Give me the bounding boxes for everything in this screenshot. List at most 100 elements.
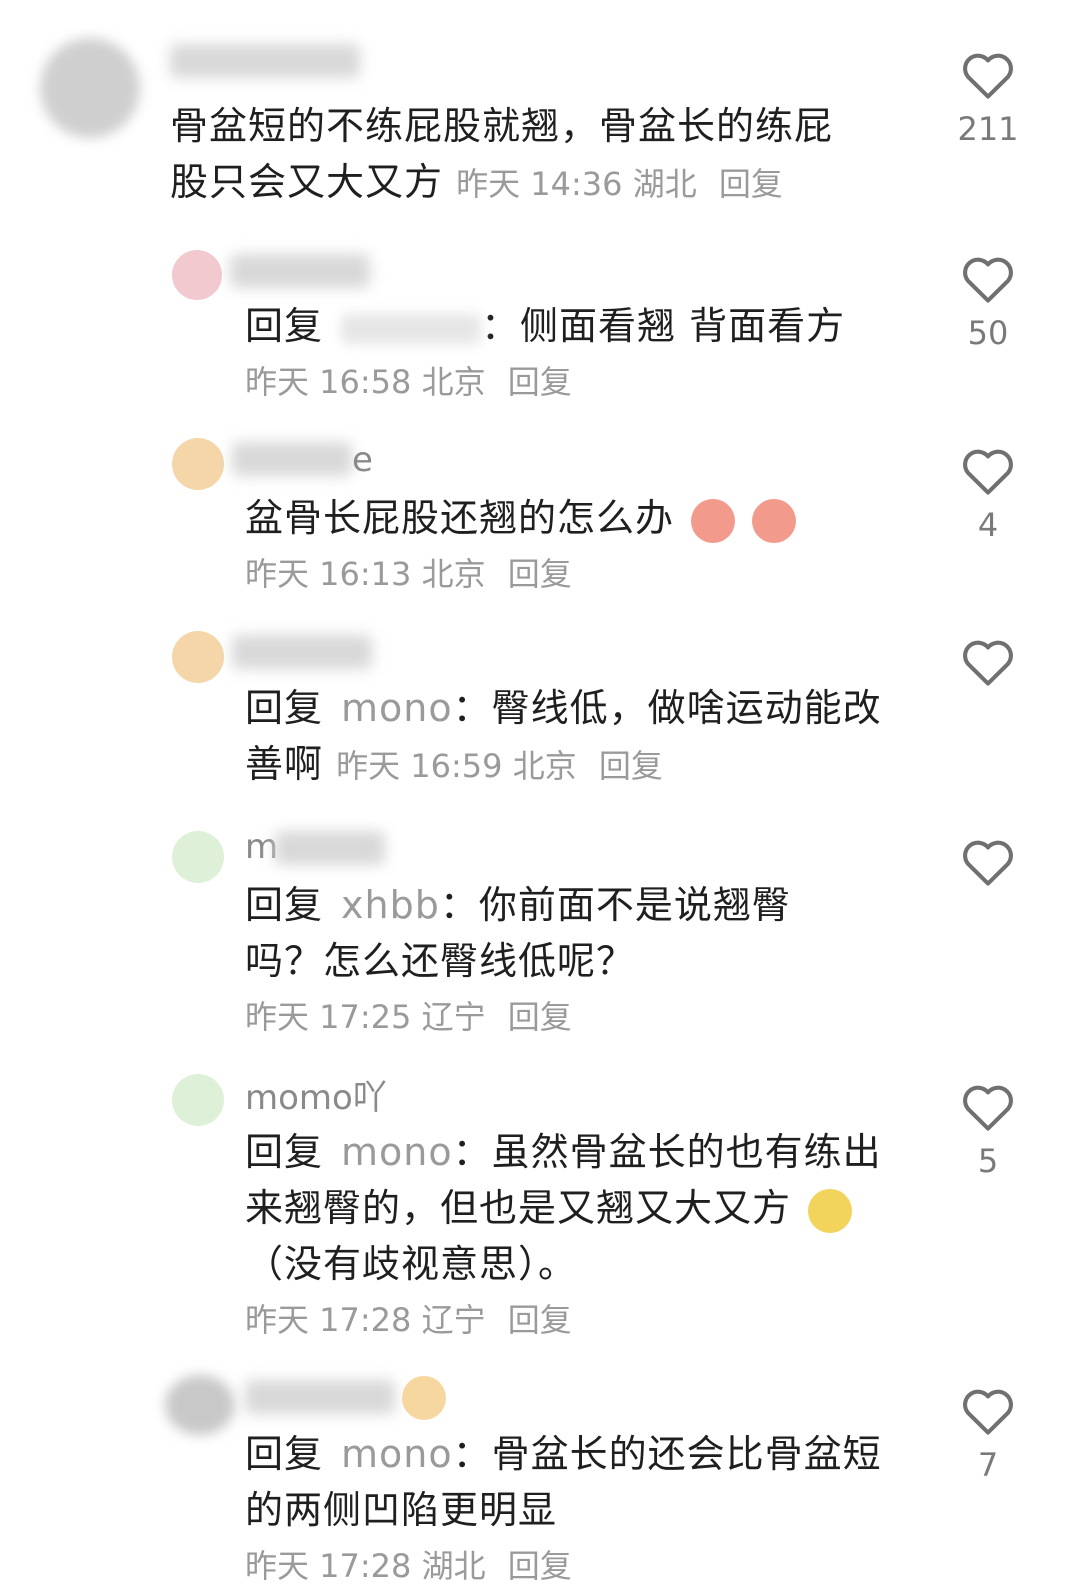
comment-text-line: 的两侧凹陷更明显 (245, 1488, 558, 1532)
comment-text-line: 来翘臀的，但也是又翘又大又方 (245, 1186, 792, 1230)
location: 辽宁 (421, 998, 486, 1036)
comment-body[interactable]: 回复 mono：骨盆长的还会比骨盆短 的两侧凹陷更明显 昨天 17:28 湖北 回… (245, 1426, 925, 1594)
comment-meta: 昨天 17:28 湖北 回复 (245, 1538, 925, 1594)
timestamp: 昨天 17:28 (245, 1547, 412, 1585)
timestamp: 昨天 16:59 (336, 747, 503, 785)
heart-outline-icon (963, 257, 1013, 303)
comment-text-line: 善啊 (245, 742, 324, 786)
username[interactable] (232, 635, 372, 669)
comment-text-line: 股只会又大又方 (170, 160, 444, 204)
location: 湖北 (632, 165, 697, 203)
timestamp: 昨天 17:25 (245, 998, 412, 1036)
comment-body[interactable]: 回复 xhbb：你前面不是说翘臀 吗？怎么还臀线低呢？ 昨天 17:25 辽宁 回… (245, 877, 925, 1045)
username-visible[interactable]: e (352, 440, 373, 480)
comment-text-line: 骨盆短的不练屁股就翘，骨盆长的练屁 (170, 104, 834, 148)
heart-outline-icon (963, 640, 1013, 686)
comment-body[interactable]: 回复 mono：臀线低，做啥运动能改 善啊 昨天 16:59 北京 回复 (245, 680, 925, 794)
comment-text-line: ：骨盆长的还会比骨盆短 (452, 1432, 882, 1476)
avatar[interactable] (172, 631, 224, 683)
comment-text-line: ：侧面看翘 背面看方 (481, 304, 846, 348)
tongue-emoji-icon (402, 1376, 446, 1420)
comment-body[interactable]: 回复 ：侧面看翘 背面看方 昨天 16:58 北京 回复 (245, 298, 925, 410)
comment-meta: 昨天 16:59 北京 回复 (336, 747, 663, 785)
like-button[interactable]: 5 (956, 1082, 1020, 1180)
timestamp: 昨天 17:28 (245, 1301, 412, 1339)
like-button[interactable] (956, 837, 1020, 897)
location: 北京 (512, 747, 577, 785)
username-visible[interactable]: momo吖 (245, 1070, 387, 1119)
comment-1: 骨盆短的不练屁股就翘，骨盆长的练屁 股只会又大又方 昨天 14:36 湖北 回复… (0, 0, 1080, 230)
username[interactable] (245, 1380, 395, 1414)
avatar[interactable] (165, 1375, 235, 1435)
like-button[interactable]: 4 (956, 446, 1020, 544)
reply-to-user[interactable]: mono (341, 686, 453, 730)
heart-outline-icon (963, 840, 1013, 886)
comment-text-line: （没有歧视意思）。 (245, 1242, 578, 1286)
avatar[interactable] (172, 250, 222, 300)
comment-meta: 昨天 17:28 辽宁 回复 (245, 1292, 925, 1348)
comment-meta: 昨天 16:58 北京 回复 (245, 354, 925, 410)
location: 北京 (421, 363, 486, 401)
comment-body[interactable]: 盆骨长屁股还翘的怎么办 昨天 16:13 北京 回复 (245, 490, 925, 602)
avatar[interactable] (40, 38, 140, 138)
avatar[interactable] (172, 831, 224, 883)
like-button[interactable] (956, 637, 1020, 697)
crying-emoji-icon (691, 498, 736, 543)
reply-button[interactable]: 回复 (508, 363, 572, 401)
heart-outline-icon (963, 449, 1013, 495)
comment-text-line: 吗？怎么还臀线低呢？ (245, 939, 636, 983)
location: 湖北 (421, 1547, 486, 1585)
location: 北京 (421, 555, 486, 593)
username[interactable] (232, 442, 352, 476)
like-count: 211 (957, 110, 1019, 148)
reply-button[interactable]: 回复 (508, 1547, 572, 1585)
reply-button[interactable]: 回复 (508, 1301, 572, 1339)
comment-text-line: ：臀线低，做啥运动能改 (452, 686, 882, 730)
avatar[interactable] (172, 438, 224, 490)
like-count: 50 (967, 314, 1009, 352)
heart-outline-icon (963, 53, 1013, 99)
like-count: 7 (977, 1446, 999, 1484)
comment-meta: 昨天 16:13 北京 回复 (245, 546, 925, 602)
comment-2: 回复 ：侧面看翘 背面看方 昨天 16:58 北京 回复 50 (0, 230, 1080, 420)
comment-5: m 回复 xhbb：你前面不是说翘臀 吗？怎么还臀线低呢？ 昨天 17:25 辽宁… (0, 815, 1080, 1055)
comment-meta: 昨天 14:36 湖北 回复 (456, 165, 783, 203)
comment-meta: 昨天 17:25 辽宁 回复 (245, 989, 925, 1045)
reply-to-user[interactable] (341, 313, 482, 344)
crying-emoji-icon (752, 498, 797, 543)
reply-prefix: 回复 (245, 883, 324, 927)
like-button[interactable]: 211 (956, 50, 1020, 148)
comment-4: 回复 mono：臀线低，做啥运动能改 善啊 昨天 16:59 北京 回复 (0, 615, 1080, 815)
username[interactable] (170, 44, 360, 78)
comment-3: e 盆骨长屁股还翘的怎么办 昨天 16:13 北京 回复 4 (0, 420, 1080, 620)
username-visible[interactable]: m (245, 827, 278, 867)
comment-text-line: ：虽然骨盆长的也有练出 (452, 1130, 882, 1174)
like-count: 5 (977, 1142, 999, 1180)
reply-button[interactable]: 回复 (719, 165, 783, 203)
reply-button[interactable]: 回复 (508, 555, 572, 593)
reply-button[interactable]: 回复 (508, 998, 572, 1036)
comment-6: momo吖 回复 mono：虽然骨盆长的也有练出 来翘臀的，但也是又翘又大又方 （… (0, 1060, 1080, 1360)
comment-text-line: ：你前面不是说翘臀 (439, 883, 791, 927)
reply-to-user[interactable]: xhbb (341, 883, 440, 927)
reply-prefix: 回复 (245, 304, 324, 348)
comment-body[interactable]: 回复 mono：虽然骨盆长的也有练出 来翘臀的，但也是又翘又大又方 （没有歧视意思… (245, 1124, 925, 1348)
like-button[interactable]: 7 (956, 1386, 1020, 1484)
like-button[interactable]: 50 (956, 254, 1020, 352)
reply-button[interactable]: 回复 (599, 747, 663, 785)
reply-to-user[interactable]: mono (341, 1432, 453, 1476)
reply-prefix: 回复 (245, 1130, 324, 1174)
like-count: 4 (977, 506, 999, 544)
comment-text-line: 盆骨长屁股还翘的怎么办 (245, 496, 675, 540)
reply-prefix: 回复 (245, 1432, 324, 1476)
pineapple-emoji-icon (808, 1188, 853, 1233)
username[interactable] (230, 254, 370, 288)
timestamp: 昨天 16:13 (245, 555, 412, 593)
comment-7: 回复 mono：骨盆长的还会比骨盆短 的两侧凹陷更明显 昨天 17:28 湖北 回… (0, 1360, 1080, 1589)
username[interactable] (275, 831, 385, 865)
heart-outline-icon (963, 1085, 1013, 1131)
avatar[interactable] (172, 1074, 224, 1126)
reply-to-user[interactable]: mono (341, 1130, 453, 1174)
reply-prefix: 回复 (245, 686, 324, 730)
comment-body[interactable]: 骨盆短的不练屁股就翘，骨盆长的练屁 股只会又大又方 昨天 14:36 湖北 回复 (170, 98, 910, 212)
